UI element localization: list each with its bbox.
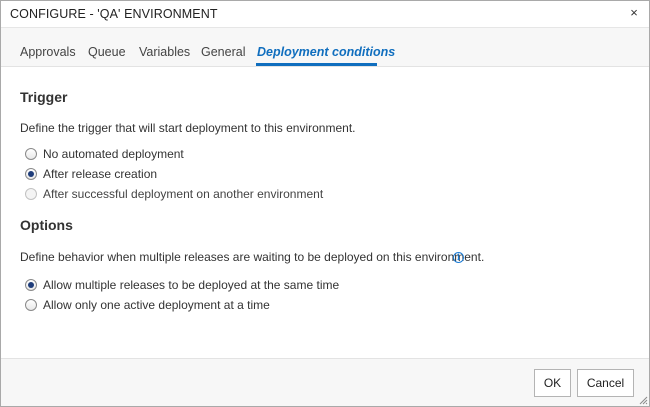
radio-allow-one-active-deployment[interactable]: Allow only one active deployment at a ti… — [25, 297, 270, 313]
trigger-heading: Trigger — [20, 89, 68, 105]
close-icon[interactable]: × — [627, 6, 641, 20]
deployment-conditions-panel: Trigger Define the trigger that will sta… — [1, 68, 649, 358]
resize-grip-icon[interactable] — [638, 395, 648, 405]
radio-after-successful-deployment[interactable]: After successful deployment on another e… — [25, 186, 323, 202]
tab-general[interactable]: General — [201, 45, 245, 59]
dialog-title: CONFIGURE - 'QA' ENVIRONMENT — [10, 7, 218, 21]
ok-button[interactable]: OK — [534, 369, 571, 397]
radio-button[interactable] — [25, 299, 37, 311]
dialog-footer: OK Cancel — [1, 358, 649, 406]
radio-label: Allow only one active deployment at a ti… — [43, 298, 270, 312]
radio-label: After release creation — [43, 167, 158, 181]
options-description: Define behavior when multiple releases a… — [20, 250, 485, 264]
radio-button[interactable] — [25, 188, 37, 200]
trigger-description: Define the trigger that will start deplo… — [20, 121, 356, 135]
options-heading: Options — [20, 217, 73, 233]
cancel-button[interactable]: Cancel — [577, 369, 634, 397]
radio-button[interactable] — [25, 168, 37, 180]
dialog-titlebar[interactable]: CONFIGURE - 'QA' ENVIRONMENT × — [1, 1, 649, 28]
info-icon[interactable]: i — [453, 252, 464, 263]
radio-no-automated-deployment[interactable]: No automated deployment — [25, 146, 184, 162]
active-tab-indicator — [256, 63, 377, 66]
radio-label: No automated deployment — [43, 147, 184, 161]
tab-queue[interactable]: Queue — [88, 45, 126, 59]
radio-label: Allow multiple releases to be deployed a… — [43, 278, 340, 292]
radio-after-release-creation[interactable]: After release creation — [25, 166, 157, 182]
radio-allow-multiple-releases[interactable]: Allow multiple releases to be deployed a… — [25, 277, 339, 293]
configure-environment-dialog: CONFIGURE - 'QA' ENVIRONMENT × Approvals… — [0, 0, 650, 407]
radio-button[interactable] — [25, 148, 37, 160]
radio-label: After successful deployment on another e… — [43, 187, 324, 201]
radio-button[interactable] — [25, 279, 37, 291]
tab-bar: Approvals Queue Variables General Deploy… — [1, 28, 649, 67]
tab-variables[interactable]: Variables — [139, 45, 190, 59]
tab-deployment-conditions[interactable]: Deployment conditions — [257, 45, 395, 59]
tab-approvals[interactable]: Approvals — [20, 45, 76, 59]
